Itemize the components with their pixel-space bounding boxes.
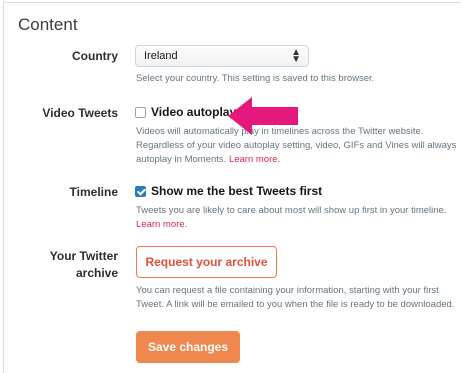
archive-help-line-2: Tweet. A link will be emailed to you whe… bbox=[136, 299, 455, 310]
select-arrows-icon: ▲ ▼ bbox=[291, 47, 301, 65]
settings-panel: Content Country Ireland ▲ ▼ Select your c… bbox=[3, 2, 461, 373]
request-archive-button[interactable]: Request your archive bbox=[136, 246, 277, 278]
save-changes-button[interactable]: Save changes bbox=[136, 331, 240, 363]
timeline-learn-more-link: Learn more. bbox=[136, 218, 187, 232]
video-help-line-2: Regardless of your video autoplay settin… bbox=[136, 140, 457, 151]
best-tweets-label[interactable]: Show me the best Tweets first bbox=[151, 184, 322, 198]
timeline-label: Timeline bbox=[69, 185, 118, 199]
video-help-line-3: autoplay in Moments. Learn more. bbox=[136, 153, 280, 167]
video-autoplay-checkbox[interactable] bbox=[135, 107, 146, 118]
video-help-text: autoplay in Moments. bbox=[136, 154, 227, 165]
video-tweets-label: Video Tweets bbox=[42, 106, 118, 120]
archive-label: Your Twitter archive bbox=[49, 249, 118, 280]
timeline-learn-more[interactable]: Learn more. bbox=[136, 219, 187, 230]
section-title: Content bbox=[18, 15, 78, 34]
country-select[interactable]: Ireland ▲ ▼ bbox=[135, 45, 309, 67]
country-label: Country bbox=[72, 49, 118, 63]
video-learn-more-link[interactable]: Learn more. bbox=[229, 154, 280, 165]
country-selected-value: Ireland bbox=[144, 50, 178, 62]
pointer-arrow-icon bbox=[228, 97, 298, 135]
country-help: Select your country. This setting is sav… bbox=[136, 73, 375, 84]
best-tweets-checkbox[interactable] bbox=[135, 186, 146, 197]
video-autoplay-label[interactable]: Video autoplay bbox=[151, 105, 236, 119]
archive-help-line-1: You can request a file containing your i… bbox=[136, 285, 439, 296]
timeline-help-line-1: Tweets you are likely to care about most… bbox=[136, 205, 447, 216]
